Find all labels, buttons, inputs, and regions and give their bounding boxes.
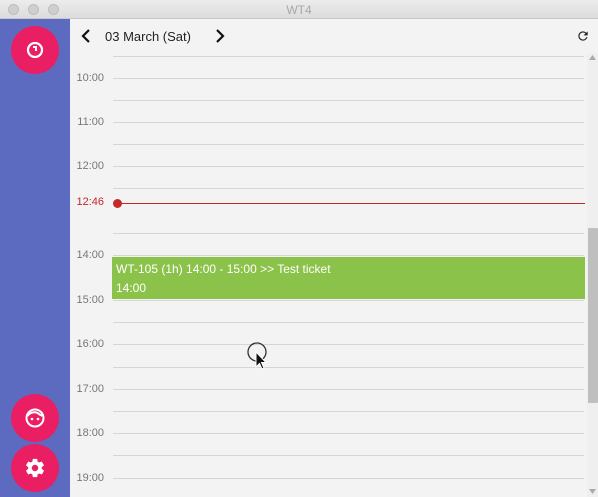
timeline-scrollbar[interactable] [587, 53, 598, 497]
chevron-left-icon [81, 29, 90, 43]
half-hour-line [113, 455, 584, 456]
hour-label: 19:00 [76, 472, 104, 484]
window-titlebar: WT4 [0, 0, 598, 19]
scrollbar-thumb[interactable] [588, 228, 598, 403]
prev-day-button[interactable] [78, 28, 94, 44]
hour-line [113, 344, 584, 345]
hour-line [113, 122, 584, 123]
mouse-cursor-icon [247, 342, 268, 370]
half-hour-line [113, 144, 584, 145]
window-title: WT4 [286, 3, 312, 17]
day-timeline[interactable]: 10:00 11:00 12:00 14:00 15:00 16:00 17:0… [70, 53, 598, 497]
current-time-label: 12:46 [76, 196, 104, 208]
hour-line [113, 78, 584, 79]
next-day-button[interactable] [212, 28, 228, 44]
half-hour-line [113, 233, 584, 234]
hour-line [113, 166, 584, 167]
half-hour-line [113, 100, 584, 101]
hour-label: 17:00 [76, 383, 104, 395]
half-hour-line [113, 367, 584, 368]
main-panel: 03 March (Sat) 10:00 11:00 12:00 14:00 1… [70, 19, 598, 497]
gear-icon [26, 458, 44, 478]
hour-line [113, 389, 584, 390]
hour-label: 18:00 [76, 427, 104, 439]
event-title: WT-105 (1h) 14:00 - 15:00 >> Test ticket [116, 262, 331, 276]
face-icon [25, 408, 45, 428]
hour-label: 16:00 [76, 338, 104, 350]
sidebar [0, 19, 70, 497]
hour-line [113, 300, 584, 301]
refresh-button[interactable] [575, 28, 591, 44]
half-hour-line [113, 188, 584, 189]
hour-label: 14:00 [76, 249, 104, 261]
scroll-down-arrow-icon [589, 489, 596, 494]
settings-button[interactable] [11, 444, 59, 492]
user-button[interactable] [11, 394, 59, 442]
half-hour-line [113, 56, 584, 57]
timer-icon [26, 41, 44, 59]
hour-line [113, 255, 584, 256]
half-hour-line [113, 322, 584, 323]
hour-label: 10:00 [76, 72, 104, 84]
half-hour-line [113, 411, 584, 412]
scroll-up-arrow-icon [589, 55, 596, 60]
hour-label: 11:00 [77, 116, 104, 128]
chevron-right-icon [216, 29, 225, 43]
timer-button[interactable] [11, 26, 59, 74]
hour-label: 12:00 [76, 160, 104, 172]
calendar-event[interactable]: WT-105 (1h) 14:00 - 15:00 >> Test ticket… [112, 257, 585, 299]
current-date: 03 March (Sat) [105, 29, 191, 44]
hour-line [113, 478, 584, 479]
current-time-line [117, 203, 585, 204]
hour-line [113, 433, 584, 434]
refresh-icon [578, 31, 588, 41]
hour-label: 15:00 [76, 294, 104, 306]
event-start-time: 14:00 [116, 281, 147, 295]
